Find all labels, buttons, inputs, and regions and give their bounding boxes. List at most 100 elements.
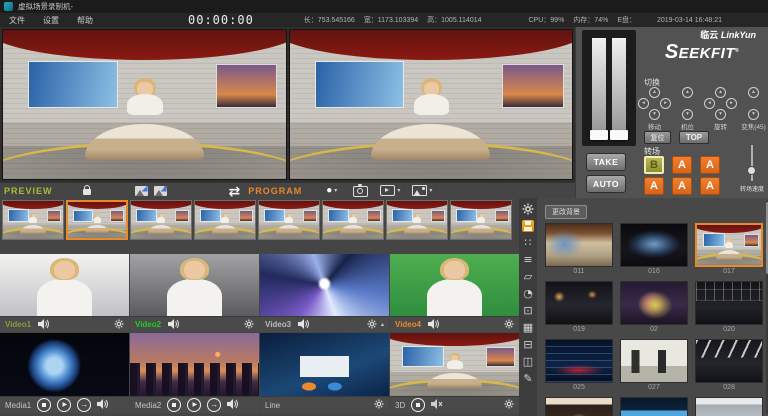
pad-up-button[interactable]: ▴ [715, 87, 726, 98]
scene-tile[interactable] [695, 397, 763, 416]
scene-tile-image[interactable] [695, 223, 763, 267]
scene-angle-thumbnail[interactable] [2, 200, 64, 240]
scene-snapshot-new-icon[interactable] [154, 186, 167, 196]
transition-button-A[interactable]: A [644, 177, 664, 195]
scene-angle-thumbnail[interactable] [386, 200, 448, 240]
scene-tile[interactable]: 025 [545, 339, 613, 393]
next-button[interactable]: → [77, 398, 91, 412]
pad-up-button[interactable]: ▴ [649, 87, 660, 98]
next-button[interactable]: → [207, 398, 221, 412]
pad-left-button[interactable]: ◂ [704, 98, 715, 109]
dropdown-box-icon[interactable]: ⊟ [523, 338, 532, 351]
transition-button-A[interactable]: A [672, 156, 692, 174]
scene-tile-image[interactable] [695, 397, 763, 416]
scene-tile-image[interactable] [695, 339, 763, 383]
scene-tile-image[interactable] [620, 223, 688, 267]
scene-angle-thumbnail[interactable] [322, 200, 384, 240]
video-output-icon[interactable] [380, 185, 395, 196]
speaker-icon[interactable] [298, 316, 310, 334]
pad-down-button[interactable]: ▾ [715, 109, 726, 120]
lock-icon[interactable] [83, 189, 91, 195]
media-thumbnail[interactable] [0, 333, 129, 396]
save-disk-icon[interactable] [522, 219, 534, 232]
background-image-icon[interactable] [412, 185, 427, 196]
media-thumbnail[interactable] [260, 333, 389, 396]
change-background-button[interactable]: 更改背景 [545, 205, 587, 219]
gear-icon[interactable] [114, 316, 124, 334]
scene-angle-thumbnail[interactable] [66, 200, 128, 240]
gear-icon[interactable] [367, 316, 377, 334]
transition-button-A[interactable]: A [672, 177, 692, 195]
speaker-icon[interactable] [38, 316, 50, 334]
pad-left-button[interactable]: ◂ [638, 98, 649, 109]
gear-icon[interactable] [504, 316, 514, 334]
t-bar-left-handle[interactable] [592, 38, 606, 130]
pad-down-button[interactable]: ▾ [649, 109, 660, 120]
scene-tile-image[interactable] [620, 281, 688, 325]
media-thumbnail[interactable] [390, 333, 519, 396]
edit-pen-icon[interactable]: ✎ [523, 372, 532, 385]
pad-right-button[interactable]: ▸ [726, 98, 737, 109]
media-thumbnail[interactable] [130, 333, 259, 396]
chroma-checker-icon[interactable]: ▦ [523, 321, 533, 334]
settings-gear-icon[interactable] [522, 202, 534, 215]
menu-settings[interactable]: 设置 [34, 15, 68, 26]
video-thumbnail[interactable] [390, 254, 519, 316]
speaker-icon[interactable] [97, 396, 109, 414]
top-button[interactable]: TOP [679, 131, 709, 144]
scene-tile[interactable]: 011 [545, 223, 613, 277]
scene-tile[interactable] [620, 397, 688, 416]
chart-icon[interactable]: ◫ [523, 355, 533, 368]
scene-tile[interactable]: 019 [545, 281, 613, 335]
reset-button[interactable]: 复位 [644, 131, 671, 144]
scene-tile-image[interactable] [545, 339, 613, 383]
page-icon[interactable]: ▱ [524, 270, 532, 283]
scene-tile[interactable]: 028 [695, 339, 763, 393]
camera-snapshot-icon[interactable] [353, 186, 368, 197]
t-bar-right-handle[interactable] [612, 38, 626, 130]
menu-file[interactable]: 文件 [0, 15, 34, 26]
play-button[interactable]: ▶ [187, 398, 201, 412]
gear-caret-icon[interactable]: ▴ [381, 321, 384, 328]
muted-speaker-icon[interactable] [431, 396, 443, 414]
monitor-icon[interactable]: ⊡ [523, 304, 532, 317]
stop-button[interactable] [411, 398, 425, 412]
pad-down-button[interactable]: ▾ [682, 109, 693, 120]
record-caret-icon[interactable]: ▾ [334, 188, 337, 194]
scene-tile[interactable]: 02 [620, 281, 688, 335]
scene-snapshot-icon[interactable] [135, 186, 148, 196]
program-monitor[interactable] [289, 29, 574, 180]
auto-button[interactable]: AUTO [586, 175, 626, 193]
clock-icon[interactable]: ◔ [523, 287, 533, 300]
image-caret-icon[interactable]: ▾ [429, 187, 432, 194]
scene-tile[interactable]: 017 [695, 223, 763, 277]
scene-tile-image[interactable] [545, 223, 613, 267]
scene-tile-image[interactable] [545, 281, 613, 325]
preview-monitor[interactable] [2, 29, 287, 180]
play-button[interactable]: ▶ [57, 398, 71, 412]
menu-help[interactable]: 帮助 [68, 15, 102, 26]
scene-tile[interactable] [545, 397, 613, 416]
scene-angle-thumbnail[interactable] [450, 200, 512, 240]
scene-tile-image[interactable] [620, 339, 688, 383]
gear-icon[interactable] [244, 316, 254, 334]
stop-button[interactable] [37, 398, 51, 412]
take-button[interactable]: TAKE [586, 153, 626, 171]
pad-down-button[interactable]: ▾ [748, 109, 759, 120]
gear-icon[interactable] [374, 396, 384, 414]
scene-angle-thumbnail[interactable] [194, 200, 256, 240]
transition-button-A[interactable]: A [700, 156, 720, 174]
pad-up-button[interactable]: ▴ [682, 87, 693, 98]
video-thumbnail[interactable] [130, 254, 259, 316]
transition-button-B[interactable]: B [644, 156, 664, 174]
scene-tile-image[interactable] [545, 397, 613, 416]
camera-group-icon[interactable]: ∷ [525, 236, 532, 249]
speaker-icon[interactable] [168, 316, 180, 334]
scene-tile[interactable]: 027 [620, 339, 688, 393]
speed-slider-track[interactable] [751, 145, 753, 181]
list-icon[interactable]: ≡ [523, 253, 532, 266]
transition-button-A[interactable]: A [700, 177, 720, 195]
scene-tile-image[interactable] [620, 397, 688, 416]
stop-button[interactable] [167, 398, 181, 412]
speaker-icon[interactable] [428, 316, 440, 334]
